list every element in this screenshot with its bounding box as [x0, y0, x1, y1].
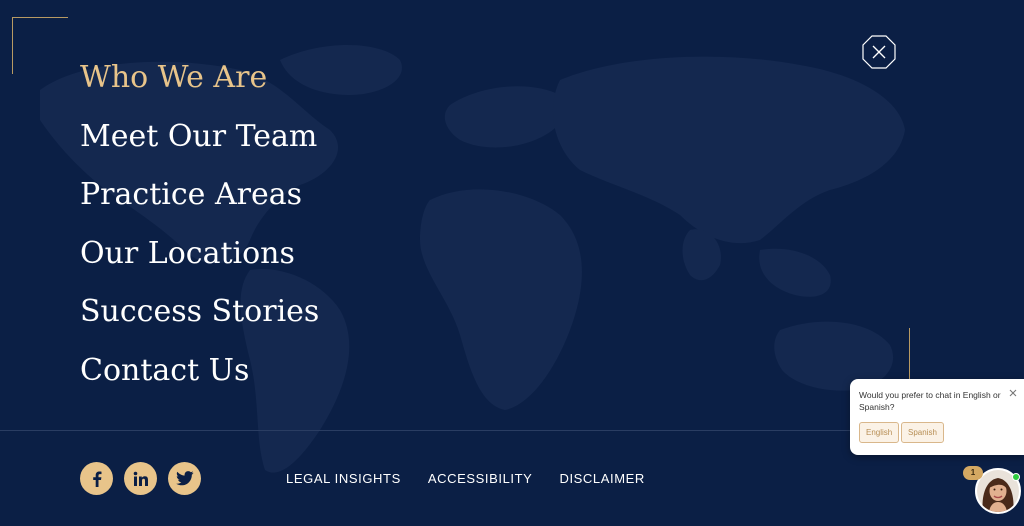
chat-option-spanish[interactable]: Spanish	[901, 422, 944, 443]
footer-link-legal-insights[interactable]: LEGAL INSIGHTS	[286, 471, 401, 486]
footer-links: LEGAL INSIGHTS ACCESSIBILITY DISCLAIMER	[286, 471, 645, 486]
linkedin-icon	[133, 471, 148, 486]
online-status-indicator	[1012, 473, 1020, 481]
social-links	[80, 462, 201, 495]
nav-item-our-locations[interactable]: Our Locations	[80, 232, 319, 291]
footer-link-disclaimer[interactable]: DISCLAIMER	[559, 471, 644, 486]
nav-item-who-we-are[interactable]: Who We Are	[80, 56, 319, 115]
twitter-button[interactable]	[168, 462, 201, 495]
nav-item-practice-areas[interactable]: Practice Areas	[80, 173, 319, 232]
close-icon	[1009, 389, 1017, 397]
footer-link-accessibility[interactable]: ACCESSIBILITY	[428, 471, 533, 486]
chat-language-popup: Would you prefer to chat in English or S…	[850, 379, 1024, 455]
nav-item-contact-us[interactable]: Contact Us	[80, 349, 319, 408]
linkedin-button[interactable]	[124, 462, 157, 495]
facebook-button[interactable]	[80, 462, 113, 495]
close-x-octagon-icon	[862, 35, 896, 69]
chat-option-english[interactable]: English	[859, 422, 900, 443]
main-menu: Who We Are Meet Our Team Practice Areas …	[80, 56, 319, 408]
twitter-icon	[175, 471, 193, 486]
facebook-icon	[92, 471, 101, 487]
close-menu-button[interactable]	[861, 34, 897, 70]
chat-question-text: Would you prefer to chat in English or S…	[859, 390, 1001, 412]
nav-item-meet-our-team[interactable]: Meet Our Team	[80, 115, 319, 174]
nav-item-success-stories[interactable]: Success Stories	[80, 290, 319, 349]
chat-close-button[interactable]	[1008, 385, 1018, 397]
chat-notification-badge: 1	[963, 466, 983, 480]
decorative-corner-frame	[12, 17, 68, 74]
